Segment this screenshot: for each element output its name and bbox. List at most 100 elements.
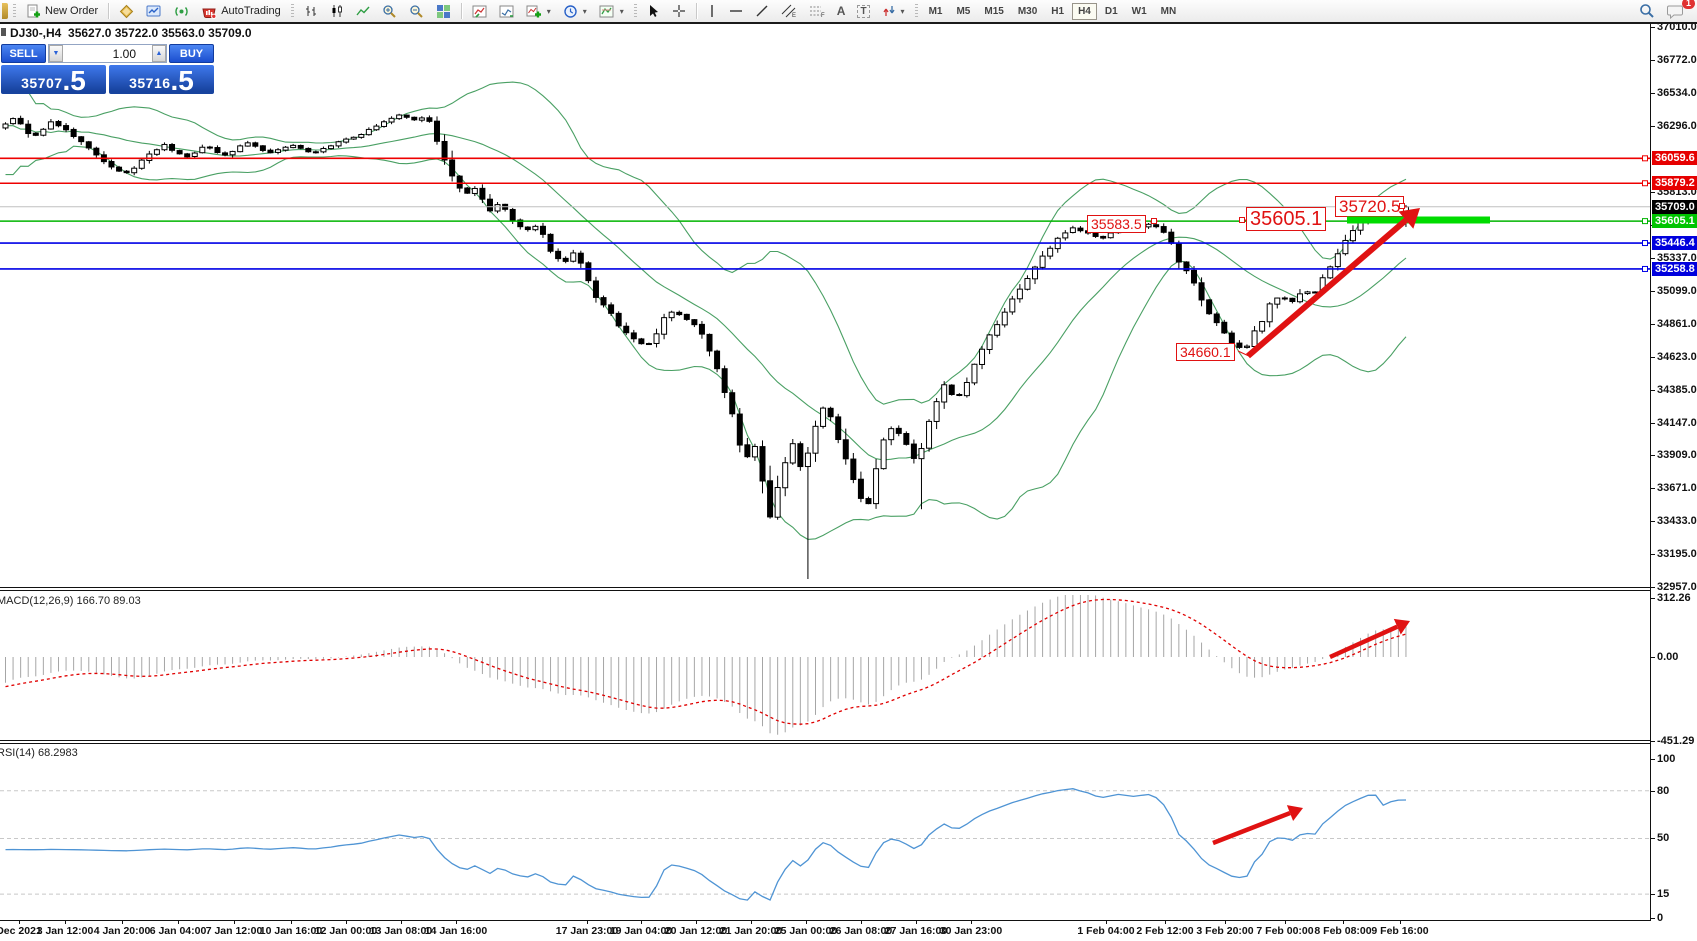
price-axis-tickmark	[1651, 60, 1655, 61]
price-axis-tickmark	[1651, 357, 1655, 358]
main-chart[interactable]	[0, 24, 1650, 588]
add-indicator-dropdown[interactable]: ▾	[521, 1, 556, 22]
chart-line-button[interactable]	[351, 1, 375, 22]
candle-body	[752, 447, 757, 457]
cursor-button[interactable]	[642, 1, 665, 22]
templates-dropdown[interactable]: ▾	[594, 1, 629, 22]
price-axis-badge[interactable]: 35605.1	[1652, 214, 1697, 228]
candle-body	[540, 226, 545, 234]
price-axis-tickmark	[1651, 324, 1655, 325]
zoom-in-button[interactable]	[377, 1, 402, 22]
buy-price-fraction: .5	[171, 70, 194, 93]
toolbar-gripper[interactable]	[634, 4, 637, 19]
candle-body	[1237, 343, 1242, 347]
rsi-axis-tickmark	[1651, 791, 1655, 792]
candle-body	[1101, 236, 1106, 238]
signals-button[interactable]	[169, 1, 194, 22]
rsi-pane[interactable]	[0, 744, 1650, 920]
pane-separator[interactable]	[0, 740, 1697, 744]
candle-body	[995, 325, 1000, 336]
vertical-line-button[interactable]	[702, 1, 722, 22]
price-axis-tick: 35099.0	[1657, 285, 1697, 297]
price-axis-badge[interactable]: 35446.4	[1652, 236, 1697, 250]
toolbar-gripper[interactable]	[13, 4, 16, 19]
candle-body	[200, 147, 205, 152]
candle-body	[1070, 228, 1075, 233]
candle-body	[957, 395, 962, 396]
price-axis[interactable]: 37010.036772.036534.036296.035813.035575…	[1650, 24, 1697, 921]
candle-body	[896, 428, 901, 433]
candle-body	[798, 444, 803, 467]
macd-axis-tick: 312.26	[1657, 592, 1691, 604]
price-axis-badge[interactable]: 35258.8	[1652, 262, 1697, 276]
candle-body	[33, 133, 38, 135]
zoom-out-button[interactable]	[404, 1, 429, 22]
volume-decrease-button[interactable]: ▼	[49, 45, 63, 62]
rsi-axis-tick: 15	[1657, 888, 1669, 900]
timeframe-mn[interactable]: MN	[1155, 3, 1183, 20]
timeframe-m1[interactable]: M1	[923, 3, 949, 20]
timeframe-d1[interactable]: D1	[1099, 3, 1124, 20]
trendline-button[interactable]	[750, 1, 774, 22]
price-callout-label[interactable]: 34660.1	[1176, 343, 1235, 361]
chart-candles-button[interactable]	[325, 1, 349, 22]
timeframe-m15[interactable]: M15	[978, 3, 1009, 20]
timeframe-m30[interactable]: M30	[1012, 3, 1043, 20]
new-order-button[interactable]: New Order	[21, 1, 103, 22]
price-axis-badge[interactable]: 36059.6	[1652, 151, 1697, 165]
price-axis-badge[interactable]: 35709.0	[1652, 200, 1697, 214]
buy-button[interactable]: BUY	[169, 44, 214, 63]
publisher-button[interactable]	[114, 1, 139, 22]
timeframe-m5[interactable]: M5	[950, 3, 976, 20]
price-axis-badge[interactable]: 35879.2	[1652, 176, 1697, 190]
equidistant-channel-button[interactable]: E	[776, 1, 802, 22]
autotrading-button[interactable]: AutoTrading	[196, 1, 286, 22]
chat-button[interactable]: 1	[1662, 1, 1689, 22]
horizontal-line-button[interactable]	[724, 1, 748, 22]
timeframe-w1[interactable]: W1	[1126, 3, 1153, 20]
rsi-axis-tick: 50	[1657, 832, 1669, 844]
tile-windows-button[interactable]	[431, 1, 456, 22]
candle-body	[1290, 298, 1295, 301]
candle-body	[313, 152, 318, 153]
text-button[interactable]: A	[832, 1, 851, 22]
bollinger-band-line	[6, 126, 1407, 460]
arrows-dropdown[interactable]: ▾	[877, 1, 910, 22]
candle-body	[919, 449, 924, 459]
toolbar-gripper[interactable]	[291, 4, 294, 19]
periods-dropdown[interactable]: ▾	[558, 1, 592, 22]
price-callout-label[interactable]: 35605.1	[1246, 207, 1326, 231]
search-button[interactable]	[1634, 1, 1660, 22]
timeframe-h1[interactable]: H1	[1045, 3, 1070, 20]
price-callout-label[interactable]: 35583.5	[1087, 215, 1146, 233]
candle-body	[654, 334, 659, 344]
macd-pane[interactable]	[0, 592, 1650, 740]
buy-price-panel[interactable]: 35716 .5	[109, 65, 214, 94]
volume-input[interactable]: 1.00	[63, 45, 152, 62]
symbol-title-bar: DJ30-,H4 35627.0 35722.0 35563.0 35709.0	[10, 26, 252, 40]
fibonacci-button[interactable]: F	[804, 1, 830, 22]
time-axis-tickmark	[916, 920, 917, 924]
volume-increase-button[interactable]: ▲	[152, 45, 166, 62]
pane-separator[interactable]	[0, 587, 1697, 591]
toolbar-gripper[interactable]	[915, 4, 918, 19]
time-axis-tickmark	[178, 920, 179, 924]
timeframe-h4[interactable]: H4	[1072, 3, 1097, 20]
indicators-window-button[interactable]	[467, 1, 492, 22]
candle-body	[616, 313, 621, 326]
cursor-icon	[647, 4, 660, 18]
depth-window-icon	[499, 4, 514, 19]
candle-body	[397, 115, 402, 119]
chart-bars-button[interactable]	[299, 1, 323, 22]
metaeditor-button[interactable]	[141, 1, 167, 22]
price-callout-label[interactable]: 35720.5	[1335, 196, 1404, 217]
sell-button[interactable]: SELL	[1, 44, 46, 63]
candle-body	[927, 421, 932, 448]
crosshair-icon	[672, 4, 686, 18]
sell-price-panel[interactable]: 35707 .5	[1, 65, 106, 94]
crosshair-button[interactable]	[667, 1, 691, 22]
text-label-button[interactable]: T	[852, 1, 874, 22]
depth-window-button[interactable]	[494, 1, 519, 22]
time-axis[interactable]: Dec 20213 Jan 12:004 Jan 20:006 Jan 04:0…	[0, 922, 1650, 941]
add-indicator-icon	[526, 4, 542, 19]
